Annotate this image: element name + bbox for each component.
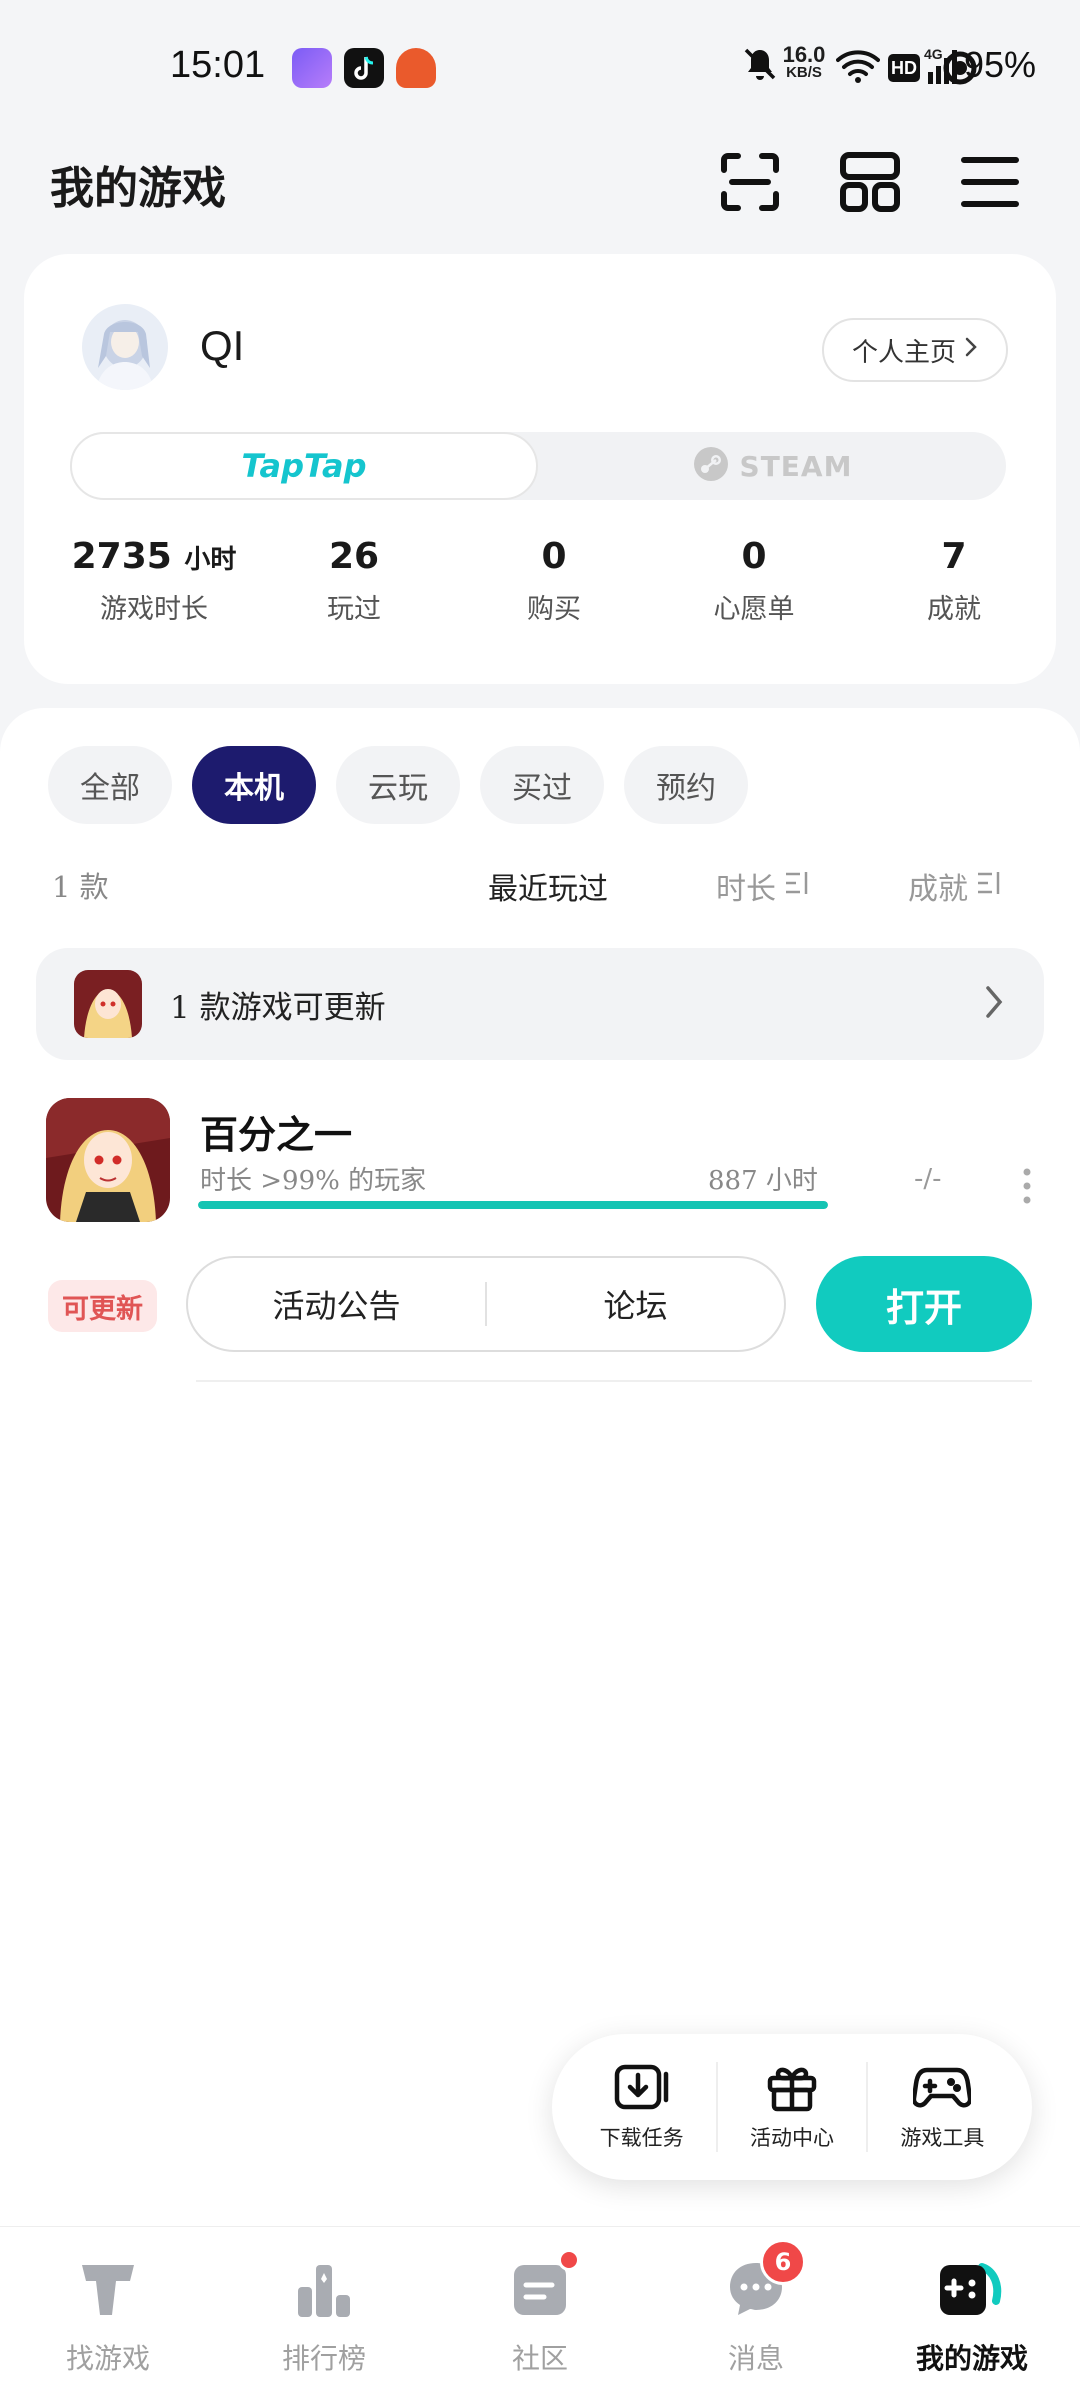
tab-steam[interactable]: STEAM [538, 432, 1006, 500]
game-hours: 887 小时 [708, 1166, 818, 1196]
status-bar: 15:01 16.0 KB/S HD 4G 95% [0, 0, 1080, 130]
rankings-icon [292, 2257, 356, 2325]
avatar[interactable] [82, 304, 168, 390]
forum-button[interactable]: 论坛 [487, 1281, 784, 1327]
sort-achievement[interactable]: 成就 [908, 864, 1004, 908]
more-options-icon[interactable] [1020, 1166, 1034, 1206]
games-panel: 全部 本机 云玩 买过 预约 1 款 最近玩过 时长 成就 1 款游戏可更新 百… [0, 708, 1080, 2228]
bottom-nav: 找游戏 排行榜 社区 6 消息 我的游戏 [0, 2226, 1080, 2400]
sticker-app-icon [292, 48, 332, 88]
profile-home-button[interactable]: 个人主页 [821, 318, 1008, 382]
sort-icon [976, 869, 1004, 904]
steam-icon [692, 445, 730, 487]
message-count-badge: 6 [760, 2239, 806, 2285]
divider [715, 2062, 718, 2152]
username: QI [200, 322, 245, 369]
stats-row: 2735 小时 游戏时长 26 玩过 0 购买 0 心愿单 7 成就 [54, 536, 1054, 626]
filter-all[interactable]: 全部 [48, 746, 172, 824]
tab-taptap[interactable]: TapTap [70, 432, 538, 500]
divider [866, 2062, 869, 2152]
taptap-logo: TapTap [241, 447, 367, 485]
update-banner-text: 1 款游戏可更新 [170, 990, 386, 1026]
gift-icon [766, 2062, 818, 2116]
game-tools-button[interactable]: 游戏工具 [877, 2062, 1007, 2152]
nav-find-games[interactable]: 找游戏 [0, 2227, 216, 2400]
menu-icon[interactable] [958, 150, 1022, 214]
wifi-icon [836, 48, 880, 88]
platform-switch: TapTap STEAM [70, 432, 1006, 500]
game-title[interactable]: 百分之一 [200, 1104, 352, 1159]
tiktok-icon [344, 48, 384, 88]
quick-tools: 下载任务 活动中心 游戏工具 [552, 2034, 1032, 2180]
update-banner[interactable]: 1 款游戏可更新 [36, 948, 1044, 1060]
net-speed: 16.0 KB/S [782, 42, 826, 82]
status-time: 15:01 [170, 44, 266, 86]
filter-chips: 全部 本机 云玩 买过 预约 [48, 746, 748, 824]
nav-messages[interactable]: 6 消息 [648, 2227, 864, 2400]
steam-logo: STEAM [739, 449, 853, 483]
mute-icon [740, 44, 780, 88]
game-notify-icon [396, 48, 436, 88]
download-icon [614, 2062, 670, 2116]
scan-icon[interactable] [718, 150, 782, 214]
stat-playtime[interactable]: 2735 小时 游戏时长 [54, 536, 254, 626]
stat-purchased[interactable]: 0 购买 [454, 536, 654, 626]
stat-wishlist[interactable]: 0 心愿单 [654, 536, 854, 626]
filter-reserved[interactable]: 预约 [624, 746, 748, 824]
hd-badge: HD [888, 54, 920, 82]
game-achievements: -/- [914, 1164, 942, 1194]
filter-bought[interactable]: 买过 [480, 746, 604, 824]
open-game-button[interactable]: 打开 [816, 1256, 1032, 1352]
game-count: 1 款 [52, 870, 109, 904]
my-games-icon [932, 2257, 1012, 2325]
battery-level: 95% [963, 44, 1036, 85]
sort-icon [784, 869, 812, 904]
game-links: 活动公告 论坛 [186, 1256, 786, 1352]
chevron-right-icon [964, 335, 978, 365]
chevron-right-icon [984, 984, 1004, 1024]
game-thumbnail [74, 970, 142, 1038]
community-unread-dot [558, 2249, 580, 2271]
page-title: 我的游戏 [50, 163, 226, 214]
divider [196, 1380, 1032, 1382]
stat-played[interactable]: 26 玩过 [254, 536, 454, 626]
playtime-progress-bar [198, 1201, 828, 1209]
game-playtime-rank: 时长 >99% 的玩家 [200, 1166, 427, 1196]
filter-local[interactable]: 本机 [192, 746, 316, 824]
sort-duration[interactable]: 时长 [716, 864, 812, 908]
sort-recent[interactable]: 最近玩过 [488, 864, 608, 908]
profile-home-label: 个人主页 [851, 337, 956, 368]
download-tasks-button[interactable]: 下载任务 [577, 2062, 707, 2152]
profile-card: QI 个人主页 TapTap STEAM 2735 小时 游戏时长 26 玩过 … [24, 254, 1056, 684]
update-badge: 可更新 [48, 1280, 157, 1332]
layout-grid-icon[interactable] [838, 150, 902, 214]
filter-cloud[interactable]: 云玩 [336, 746, 460, 824]
gamepad-icon [912, 2062, 973, 2116]
progress-fill [198, 1201, 828, 1209]
game-icon[interactable] [46, 1098, 170, 1222]
nav-my-games[interactable]: 我的游戏 [864, 2227, 1080, 2400]
nav-rankings[interactable]: 排行榜 [216, 2227, 432, 2400]
stat-achievements[interactable]: 7 成就 [854, 536, 1054, 626]
nav-community[interactable]: 社区 [432, 2227, 648, 2400]
announcement-button[interactable]: 活动公告 [188, 1281, 485, 1327]
find-games-icon [76, 2257, 140, 2325]
activity-center-button[interactable]: 活动中心 [727, 2062, 857, 2152]
